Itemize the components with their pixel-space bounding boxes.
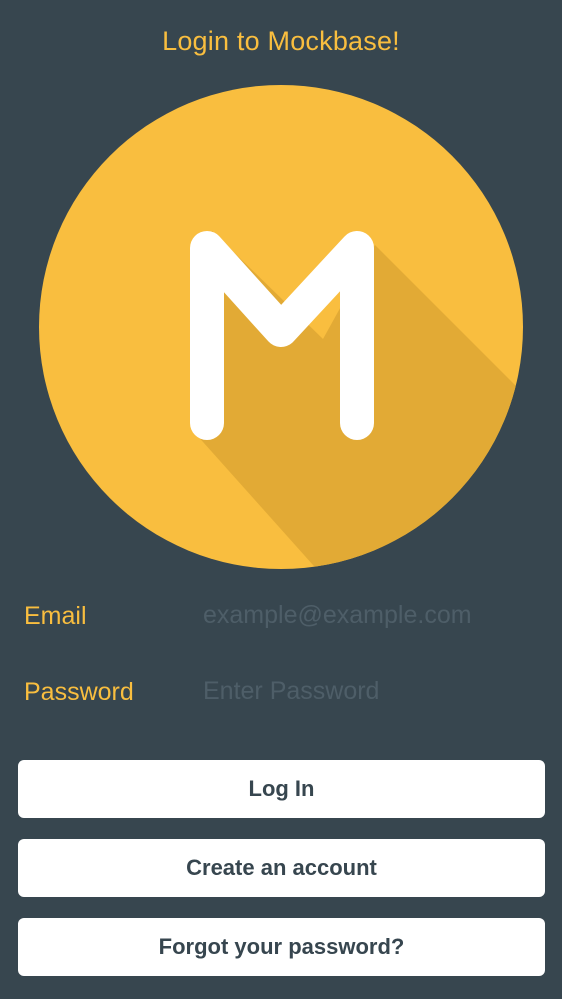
password-label: Password <box>24 678 134 706</box>
mockbase-logo-icon <box>39 85 523 569</box>
create-account-button[interactable]: Create an account <box>18 839 545 897</box>
email-row: Email <box>0 590 562 640</box>
login-button[interactable]: Log In <box>18 760 545 818</box>
forgot-password-button[interactable]: Forgot your password? <box>18 918 545 976</box>
email-label: Email <box>24 602 87 630</box>
password-field[interactable] <box>203 670 533 712</box>
page-title: Login to Mockbase! <box>162 26 400 56</box>
password-row: Password <box>0 666 562 716</box>
email-field[interactable] <box>203 594 533 636</box>
